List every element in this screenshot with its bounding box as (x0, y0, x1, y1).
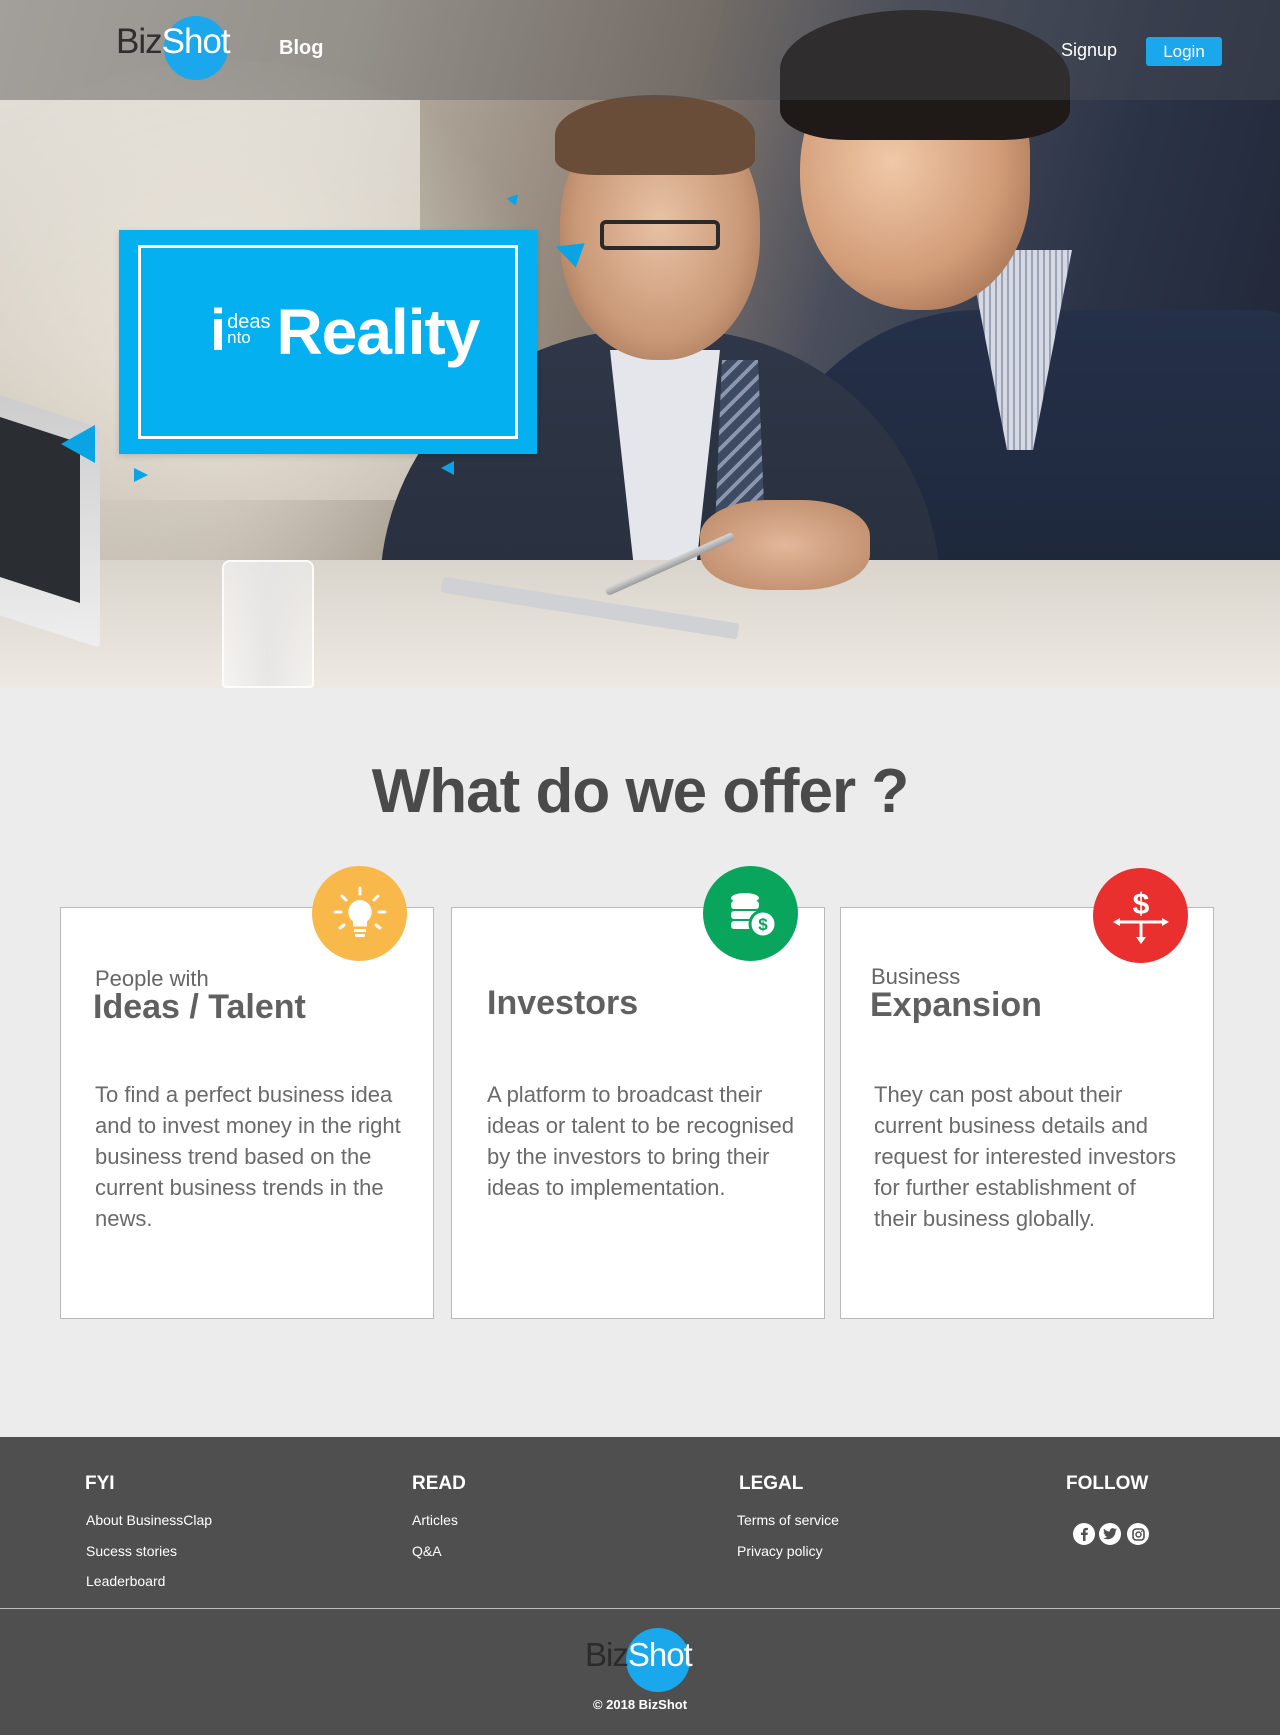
footer-bizshot-logo[interactable]: Biz Shot (585, 1628, 693, 1692)
footer-divider (0, 1608, 1280, 1609)
footer-link-leaderboard[interactable]: Leaderboard (86, 1573, 165, 1589)
hero-man-left-hair (555, 95, 755, 175)
offer-card-investors: $ Investors A platform to broadcast thei… (451, 866, 825, 1319)
nav-signup-link[interactable]: Signup (1061, 40, 1117, 61)
svg-text:$: $ (758, 915, 768, 934)
hero-water-glass (222, 560, 314, 688)
top-navigation: Biz Shot Blog Signup Login (0, 0, 1280, 100)
logo-shot-text: Shot (161, 22, 231, 61)
footer-link-privacy[interactable]: Privacy policy (737, 1543, 823, 1559)
lightbulb-icon (312, 866, 407, 961)
card-ideas-title: Ideas / Talent (93, 988, 306, 1026)
card-expansion-title: Expansion (870, 986, 1042, 1024)
hero-tagline-card: i deas nto Reality (119, 230, 537, 454)
login-button[interactable]: Login (1146, 37, 1222, 66)
nav-blog-link[interactable]: Blog (279, 37, 323, 60)
logo-shot-wrap: Shot (161, 16, 231, 80)
footer-link-about[interactable]: About BusinessClap (86, 1512, 212, 1528)
footer-link-articles[interactable]: Articles (412, 1512, 458, 1528)
footer-logo-shot-wrap: Shot (625, 1628, 693, 1692)
tagline-stack: deas nto (227, 312, 270, 346)
bizshot-logo[interactable]: Biz Shot (116, 16, 231, 80)
facebook-icon[interactable] (1073, 1523, 1095, 1545)
footer-link-success-stories[interactable]: Sucess stories (86, 1543, 177, 1559)
hero-tagline-frame: i deas nto Reality (138, 245, 518, 439)
footer-link-terms[interactable]: Terms of service (737, 1512, 839, 1528)
footer-logo-shot-text: Shot (627, 1636, 693, 1673)
instagram-icon[interactable] (1127, 1523, 1149, 1545)
hero-hand (700, 500, 870, 590)
footer-fyi-title: FYI (85, 1473, 115, 1494)
decor-triangle (134, 468, 148, 482)
copyright-text: © 2018 BizShot (592, 1697, 688, 1712)
twitter-icon[interactable] (1099, 1523, 1121, 1545)
tagline-nto: nto (227, 328, 251, 347)
footer-follow-title: FOLLOW (1066, 1473, 1149, 1494)
offer-card-expansion: $ Business Expansion They can post about… (840, 868, 1214, 1319)
footer-read-title: READ (412, 1473, 466, 1494)
footer-legal-title: LEGAL (739, 1473, 804, 1494)
site-footer: FYI About BusinessClap Sucess stories Le… (0, 1437, 1280, 1735)
offer-section-title: What do we offer ? (371, 757, 910, 826)
footer-link-qa[interactable]: Q&A (412, 1543, 442, 1559)
card-investors-title: Investors (487, 984, 639, 1022)
decor-triangle (441, 461, 454, 475)
card-investors-description: A platform to broadcast their ideas or t… (487, 1082, 794, 1200)
footer-logo-biz-text: Biz (585, 1636, 629, 1673)
coins-icon: $ (703, 866, 798, 961)
tagline-i: i (210, 298, 227, 363)
svg-text:$: $ (1132, 888, 1149, 921)
offer-card-ideas: People with Ideas / Talent To find a per… (60, 866, 434, 1319)
dollar-expansion-icon: $ (1093, 868, 1188, 963)
hero-glasses (600, 220, 720, 250)
logo-biz-text: Biz (116, 22, 163, 61)
decor-triangle (61, 425, 95, 463)
card-ideas-description: To find a perfect business idea and to i… (95, 1082, 401, 1231)
hero-tagline: i deas nto Reality (210, 296, 481, 368)
tagline-reality: Reality (276, 296, 481, 368)
card-expansion-description: They can post about their current busine… (874, 1082, 1177, 1231)
